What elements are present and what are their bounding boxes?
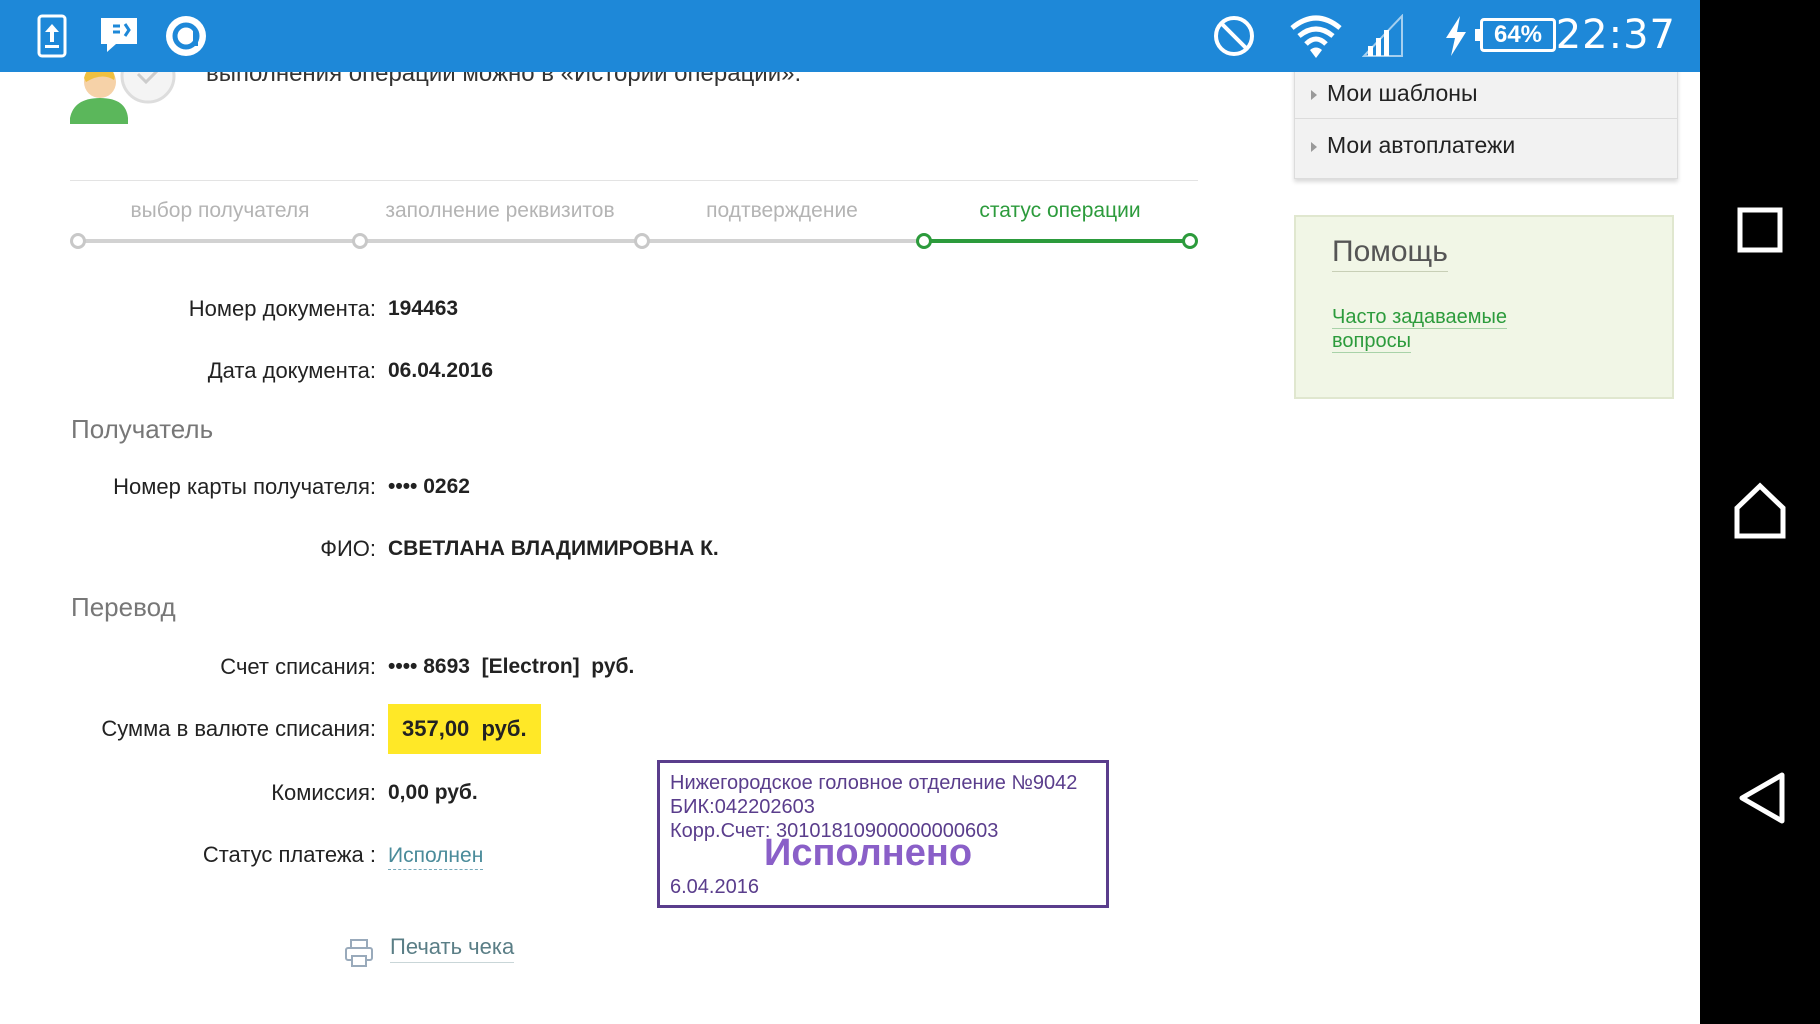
intro-text: выполнения операции можно в «Истории опе…	[206, 72, 802, 87]
document-date-value: 06.04.2016	[388, 359, 494, 382]
faq-link[interactable]: Часто задаваемые вопросы	[1332, 305, 1532, 353]
step-label-recipient: выбор получателя	[130, 199, 310, 222]
step-label-confirmation: подтверждение	[706, 199, 858, 222]
document-date-row: Дата документа: 06.04.2016	[40, 346, 1190, 398]
help-panel: Помощь Часто задаваемые вопросы	[1294, 215, 1674, 399]
home-icon[interactable]	[1732, 482, 1788, 540]
chevron-right-icon	[1311, 142, 1317, 152]
do-not-disturb-icon	[1214, 16, 1254, 56]
debit-account-value: •••• 8693 [Electron] руб.	[388, 655, 635, 678]
step-track-active	[930, 239, 1196, 243]
document-number-label: Номер документа:	[188, 296, 376, 321]
document-number-row: Номер документа: 194463	[40, 284, 1190, 336]
stamp-bik: БИК:042202603	[670, 796, 815, 818]
transfer-section-title: Перевод	[71, 592, 176, 622]
app-circle-icon	[166, 16, 206, 56]
charging-icon	[1446, 16, 1466, 56]
step-label-details: заполнение реквизитов	[385, 199, 615, 222]
debit-account-row: Счет списания: •••• 8693 [Electron] руб.	[40, 642, 1190, 694]
step-track-inactive	[78, 239, 930, 243]
battery-icon: 64%	[1475, 18, 1556, 52]
step-label-status: статус операции	[979, 199, 1141, 222]
back-icon[interactable]	[1736, 770, 1788, 826]
print-receipt-link[interactable]: Печать чека	[390, 934, 515, 963]
amount-row: Сумма в валюте списания: 357,00 руб.	[40, 704, 1190, 756]
recipient-section-title: Получатель	[71, 414, 214, 444]
bank-stamp: Нижегородское головное отделение №9042 Б…	[657, 760, 1109, 908]
debit-account-label: Счет списания:	[220, 654, 376, 679]
help-title: Помощь	[1332, 235, 1448, 272]
amount-value: 357,00 руб.	[388, 704, 541, 754]
upload-icon	[37, 14, 67, 58]
recipient-name-value: СВЕТЛАНА ВЛАДИМИРОВНА К.	[388, 537, 719, 560]
progress-steps: выбор получателя заполнение реквизитов п…	[70, 180, 1198, 261]
navigation-bar	[1700, 0, 1820, 1024]
user-avatar-icon	[70, 72, 176, 124]
stamp-branch: Нижегородское головное отделение №9042	[670, 772, 1078, 794]
step-dot	[70, 233, 86, 249]
signal-icon	[1362, 14, 1403, 57]
recent-apps-icon[interactable]	[1736, 206, 1784, 254]
recipient-card-row: Номер карты получателя: •••• 0262	[40, 462, 1190, 514]
step-dot-end	[1182, 233, 1198, 249]
step-dot	[352, 233, 368, 249]
status-bar: 64% 22:37	[0, 0, 1700, 72]
payment-status-link[interactable]: Исполнен	[388, 844, 484, 870]
chevron-right-icon	[1311, 90, 1317, 100]
recipient-card-label: Номер карты получателя:	[113, 474, 376, 499]
fee-value: 0,00 руб.	[388, 781, 478, 804]
document-number-value: 194463	[388, 297, 459, 320]
recipient-name-row: ФИО: СВЕТЛАНА ВЛАДИМИРОВНА К.	[40, 524, 1190, 576]
wifi-icon	[1290, 15, 1342, 58]
recipient-name-label: ФИО:	[320, 536, 376, 561]
step-dot-current	[916, 233, 932, 249]
page-content: выполнения операции можно в «Истории опе…	[0, 72, 1700, 1024]
recipient-card-value: •••• 0262	[388, 475, 470, 498]
clock: 22:37	[1555, 12, 1676, 58]
document-date-label: Дата документа:	[207, 358, 376, 383]
sidebar-item-templates[interactable]: Мои шаблоны	[1295, 72, 1677, 122]
sidebar-menu: Мои шаблоны Мои автоплатежи	[1294, 72, 1678, 179]
chat-icon	[101, 18, 137, 52]
step-dot	[634, 233, 650, 249]
payment-status-label: Статус платежа :	[202, 842, 376, 867]
fee-label: Комиссия:	[271, 780, 376, 805]
divider	[1295, 118, 1677, 119]
printer-icon[interactable]	[344, 938, 374, 968]
amount-label: Сумма в валюте списания:	[101, 716, 376, 741]
stamp-executed: Исполнено	[764, 832, 973, 874]
stamp-date: 6.04.2016	[670, 876, 759, 898]
sidebar-item-autopayments[interactable]: Мои автоплатежи	[1295, 120, 1677, 174]
